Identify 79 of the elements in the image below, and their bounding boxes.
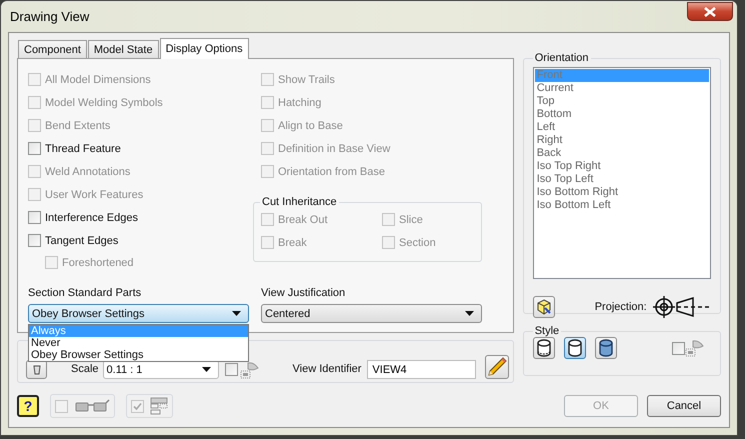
dropdown-option[interactable]: Never <box>29 337 248 349</box>
tab[interactable]: Component <box>18 40 87 58</box>
table-icon <box>150 397 168 415</box>
dropdown-option[interactable]: Obey Browser Settings <box>29 349 248 361</box>
checkbox[interactable] <box>672 342 685 354</box>
checkbox-label: Section <box>399 236 436 248</box>
projection-label: Projection: <box>594 301 647 313</box>
projection-icon <box>652 295 711 319</box>
group-title: Cut Inheritance <box>261 196 338 208</box>
style-button[interactable] <box>532 337 555 359</box>
list-item[interactable]: Iso Top Right <box>534 160 709 173</box>
list-item[interactable]: Iso Bottom Right <box>534 186 709 199</box>
checkbox-label: Break <box>278 236 307 248</box>
scale-label: Scale <box>71 362 99 377</box>
checkbox-label: Show Trails <box>278 74 335 86</box>
list-item[interactable]: Iso Bottom Left <box>534 199 709 212</box>
cylinder-icon <box>568 339 582 357</box>
field-label: View Justification <box>261 287 346 299</box>
list-item[interactable]: Current <box>534 82 709 95</box>
orientation-list[interactable]: Front Current Top Bottom Left Right Back Iso Top Right Iso Top Left Iso Bottom Right Iso Bottom Left <box>532 67 711 279</box>
style-button[interactable] <box>564 337 586 359</box>
list-item[interactable]: Back <box>534 147 709 160</box>
label-visibility-icon <box>684 339 705 357</box>
cancel-button[interactable]: Cancel <box>647 395 721 417</box>
view-identifier-field[interactable]: VIEW4 <box>367 360 476 379</box>
list-item[interactable]: Left <box>534 121 709 134</box>
group-title: Style <box>534 325 560 337</box>
dropdown-option[interactable]: Always <box>29 325 248 337</box>
checkbox-label: Weld Annotations <box>45 166 130 178</box>
glasses-icon <box>74 399 110 413</box>
caret-icon <box>202 367 211 372</box>
view-button[interactable] <box>26 360 47 379</box>
checkbox-label: Break Out <box>278 214 328 226</box>
list-item[interactable]: Top <box>534 95 709 108</box>
list-item[interactable]: Right <box>534 134 709 147</box>
close-button[interactable] <box>687 2 733 21</box>
cylinder-icon <box>598 339 613 357</box>
checkbox-label: Align to Base <box>278 120 343 132</box>
list-item[interactable]: Iso Top Left <box>534 173 709 186</box>
checkbox[interactable] <box>224 363 238 376</box>
checkbox-label: Definition in Base View <box>278 142 390 154</box>
close-icon <box>703 6 717 16</box>
checkbox-label: Foreshortened <box>62 256 134 268</box>
tab[interactable]: Model State <box>88 40 159 58</box>
caret-icon <box>465 311 474 316</box>
checkbox[interactable] <box>28 234 41 247</box>
checkbox-label: Orientation from Base <box>278 166 385 178</box>
caret-icon <box>232 311 241 316</box>
pencil-icon <box>487 357 508 377</box>
window-title: Drawing View <box>10 9 90 24</box>
list-item[interactable]: Bottom <box>534 108 709 121</box>
section-parts-dropdown[interactable]: Obey Browser Settings <box>28 304 249 323</box>
custom-view-button[interactable] <box>532 296 555 318</box>
style-button[interactable] <box>594 337 617 359</box>
checkbox[interactable] <box>131 400 144 412</box>
group-title: Orientation <box>534 52 590 64</box>
tab[interactable]: Display Options <box>160 38 249 59</box>
justification-dropdown[interactable]: Centered <box>261 304 482 323</box>
checkbox-label: Model Welding Symbols <box>45 96 163 108</box>
cup-icon <box>32 364 42 374</box>
field-label: Section Standard Parts <box>28 287 142 299</box>
checkbox[interactable] <box>55 400 68 412</box>
help-button[interactable]: ? <box>17 395 39 417</box>
scale-dropdown[interactable]: 0.11 : 1 <box>102 360 219 379</box>
edit-button[interactable] <box>485 355 510 379</box>
checkbox[interactable] <box>28 142 41 155</box>
checkbox-label: Hatching <box>278 96 322 108</box>
checkbox-label: Thread Feature <box>45 142 121 154</box>
checkbox-label: Bend Extents <box>45 120 110 132</box>
view-identifier-label: View Identifier <box>292 362 362 377</box>
checkbox-label: User Work Features <box>45 188 144 200</box>
checkbox-label: Tangent Edges <box>45 234 118 246</box>
label-visibility-icon <box>240 361 260 379</box>
checkbox-label: Interference Edges <box>45 212 138 224</box>
cube-icon <box>536 299 552 315</box>
cylinder-icon <box>536 339 551 357</box>
checkbox-label: Slice <box>399 214 423 226</box>
checkbox-label: All Model Dimensions <box>45 74 151 86</box>
checkbox[interactable] <box>28 211 41 224</box>
